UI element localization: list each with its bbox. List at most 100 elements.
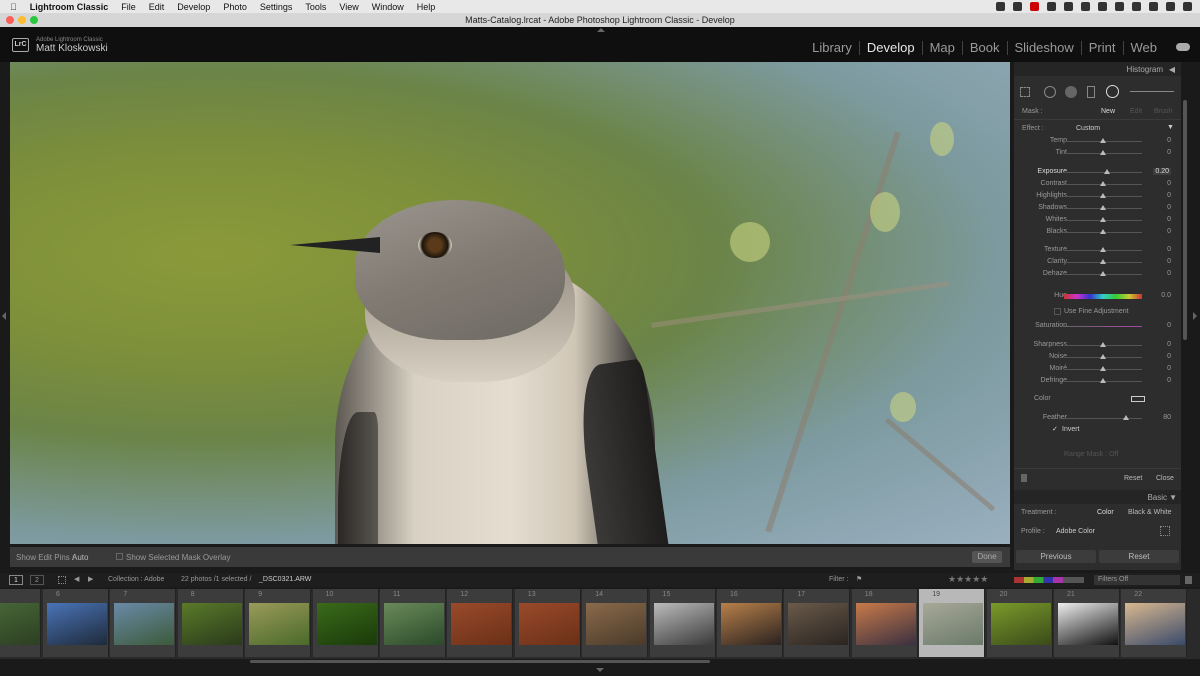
- mask-close-button[interactable]: Close: [1156, 475, 1174, 482]
- thumbnail[interactable]: [855, 603, 916, 645]
- slider-track[interactable]: [1064, 247, 1142, 252]
- close-window-icon[interactable]: [6, 16, 14, 24]
- bottom-panel-toggle-icon[interactable]: [596, 668, 604, 672]
- saturation-value[interactable]: 0: [1167, 322, 1171, 329]
- menu-app-name[interactable]: Lightroom Classic: [30, 2, 109, 12]
- photo-canvas[interactable]: [10, 62, 1010, 544]
- record-icon[interactable]: [1030, 2, 1039, 11]
- thumbnail[interactable]: [518, 603, 579, 645]
- slider-track[interactable]: [1064, 366, 1142, 371]
- siri-icon[interactable]: [1166, 2, 1175, 11]
- thumbnail[interactable]: [384, 603, 444, 645]
- status-icon[interactable]: [1098, 2, 1107, 11]
- star-rating-filter[interactable]: ★★★★★: [948, 574, 988, 585]
- filmstrip-cell[interactable]: 13: [514, 589, 581, 657]
- flag-filter-icon[interactable]: ⚑: [856, 575, 862, 583]
- slider-value[interactable]: 0: [1167, 377, 1171, 384]
- thumbnail[interactable]: [653, 603, 714, 645]
- toggle-switch-icon[interactable]: [1021, 474, 1027, 482]
- filmstrip-cell[interactable]: 18: [851, 589, 918, 657]
- module-slideshow[interactable]: Slideshow: [1006, 41, 1081, 55]
- graduated-filter-icon[interactable]: [1087, 86, 1095, 98]
- top-panel-toggle-icon[interactable]: [597, 28, 605, 32]
- slider-knob[interactable]: [1100, 366, 1106, 371]
- thumbnail[interactable]: [114, 603, 175, 645]
- grid-view-icon[interactable]: [58, 576, 66, 584]
- slider-track[interactable]: [1064, 169, 1142, 174]
- slider-value[interactable]: 0: [1167, 137, 1171, 144]
- slider-value[interactable]: 0: [1167, 149, 1171, 156]
- basic-header[interactable]: Basic ▼: [1014, 490, 1181, 504]
- saturation-slider[interactable]: [1064, 326, 1142, 327]
- slider-track[interactable]: [1064, 259, 1142, 264]
- status-icon[interactable]: [1064, 2, 1073, 11]
- slider-knob[interactable]: [1100, 271, 1106, 276]
- red-eye-icon[interactable]: [1065, 86, 1077, 98]
- filmstrip-cell[interactable]: 12: [447, 589, 514, 657]
- slider-knob[interactable]: [1100, 181, 1106, 186]
- slider-value[interactable]: 0: [1167, 341, 1171, 348]
- filter-lock-icon[interactable]: [1185, 576, 1192, 584]
- cloud-icon[interactable]: [1176, 43, 1190, 51]
- slider-knob[interactable]: [1123, 415, 1129, 420]
- page-2-button[interactable]: 2: [30, 575, 44, 585]
- filmstrip-cell[interactable]: 7: [110, 589, 177, 657]
- thumbnail[interactable]: [47, 603, 107, 645]
- brush-icon[interactable]: [1130, 91, 1174, 92]
- slider-track[interactable]: [1064, 342, 1142, 347]
- status-icon[interactable]: [1081, 2, 1090, 11]
- menu-edit[interactable]: Edit: [149, 2, 165, 12]
- forward-arrow-icon[interactable]: ▶: [88, 575, 93, 583]
- filmstrip-cell[interactable]: 22: [1121, 589, 1188, 657]
- filmstrip-cell[interactable]: 19: [919, 589, 986, 657]
- slider-track[interactable]: [1064, 138, 1142, 143]
- edit-pins-select[interactable]: Auto: [72, 553, 88, 562]
- status-icon[interactable]: [1132, 2, 1141, 11]
- mask-overlay-checkbox[interactable]: [116, 553, 123, 560]
- panel-scrollbar[interactable]: [1183, 100, 1187, 340]
- module-develop[interactable]: Develop: [858, 41, 922, 55]
- slider-track[interactable]: [1064, 181, 1142, 186]
- collapse-arrow-icon[interactable]: ◀: [1169, 65, 1175, 74]
- module-web[interactable]: Web: [1122, 41, 1165, 55]
- hue-value[interactable]: 0.0: [1161, 292, 1171, 299]
- menu-list-icon[interactable]: [1183, 2, 1192, 11]
- module-book[interactable]: Book: [961, 41, 1007, 55]
- previous-button[interactable]: Previous: [1016, 550, 1096, 563]
- right-panel-toggle-icon[interactable]: [1193, 312, 1197, 320]
- filmstrip-cell[interactable]: 9: [245, 589, 312, 657]
- slider-knob[interactable]: [1100, 193, 1106, 198]
- thumbnail[interactable]: [1125, 603, 1186, 645]
- thumbnail[interactable]: [316, 603, 377, 645]
- treatment-bw-button[interactable]: Black & White: [1128, 509, 1172, 516]
- thumbnail[interactable]: [788, 603, 849, 645]
- slider-track[interactable]: [1064, 150, 1142, 155]
- module-print[interactable]: Print: [1080, 41, 1123, 55]
- radial-filter-icon[interactable]: [1106, 85, 1119, 98]
- crop-overlay-icon[interactable]: [1020, 87, 1030, 97]
- menu-photo[interactable]: Photo: [223, 2, 247, 12]
- module-map[interactable]: Map: [921, 41, 962, 55]
- slider-knob[interactable]: [1100, 378, 1106, 383]
- menu-develop[interactable]: Develop: [177, 2, 210, 12]
- treatment-color-button[interactable]: Color: [1097, 509, 1114, 516]
- profile-browser-icon[interactable]: [1160, 526, 1170, 536]
- filmstrip-cell[interactable]: 10: [312, 589, 379, 657]
- slider-value[interactable]: 0.20: [1153, 168, 1171, 175]
- thumbnail[interactable]: [721, 603, 781, 645]
- effect-collapse-icon[interactable]: ▼: [1167, 124, 1174, 131]
- thumbnail[interactable]: [990, 603, 1051, 645]
- feather-slider[interactable]: [1064, 415, 1142, 420]
- filename-label[interactable]: _DSC0321.ARW: [259, 576, 311, 583]
- thumbnail[interactable]: [451, 603, 512, 645]
- slider-knob[interactable]: [1100, 205, 1106, 210]
- done-button[interactable]: Done: [972, 551, 1002, 563]
- slider-value[interactable]: 0: [1167, 353, 1171, 360]
- slider-value[interactable]: 0: [1167, 216, 1171, 223]
- slider-knob[interactable]: [1100, 247, 1106, 252]
- reset-button[interactable]: Reset: [1099, 550, 1179, 563]
- feather-value[interactable]: 80: [1163, 414, 1171, 421]
- slider-track[interactable]: [1064, 217, 1142, 222]
- spot-removal-icon[interactable]: [1044, 86, 1056, 98]
- slider-value[interactable]: 0: [1167, 246, 1171, 253]
